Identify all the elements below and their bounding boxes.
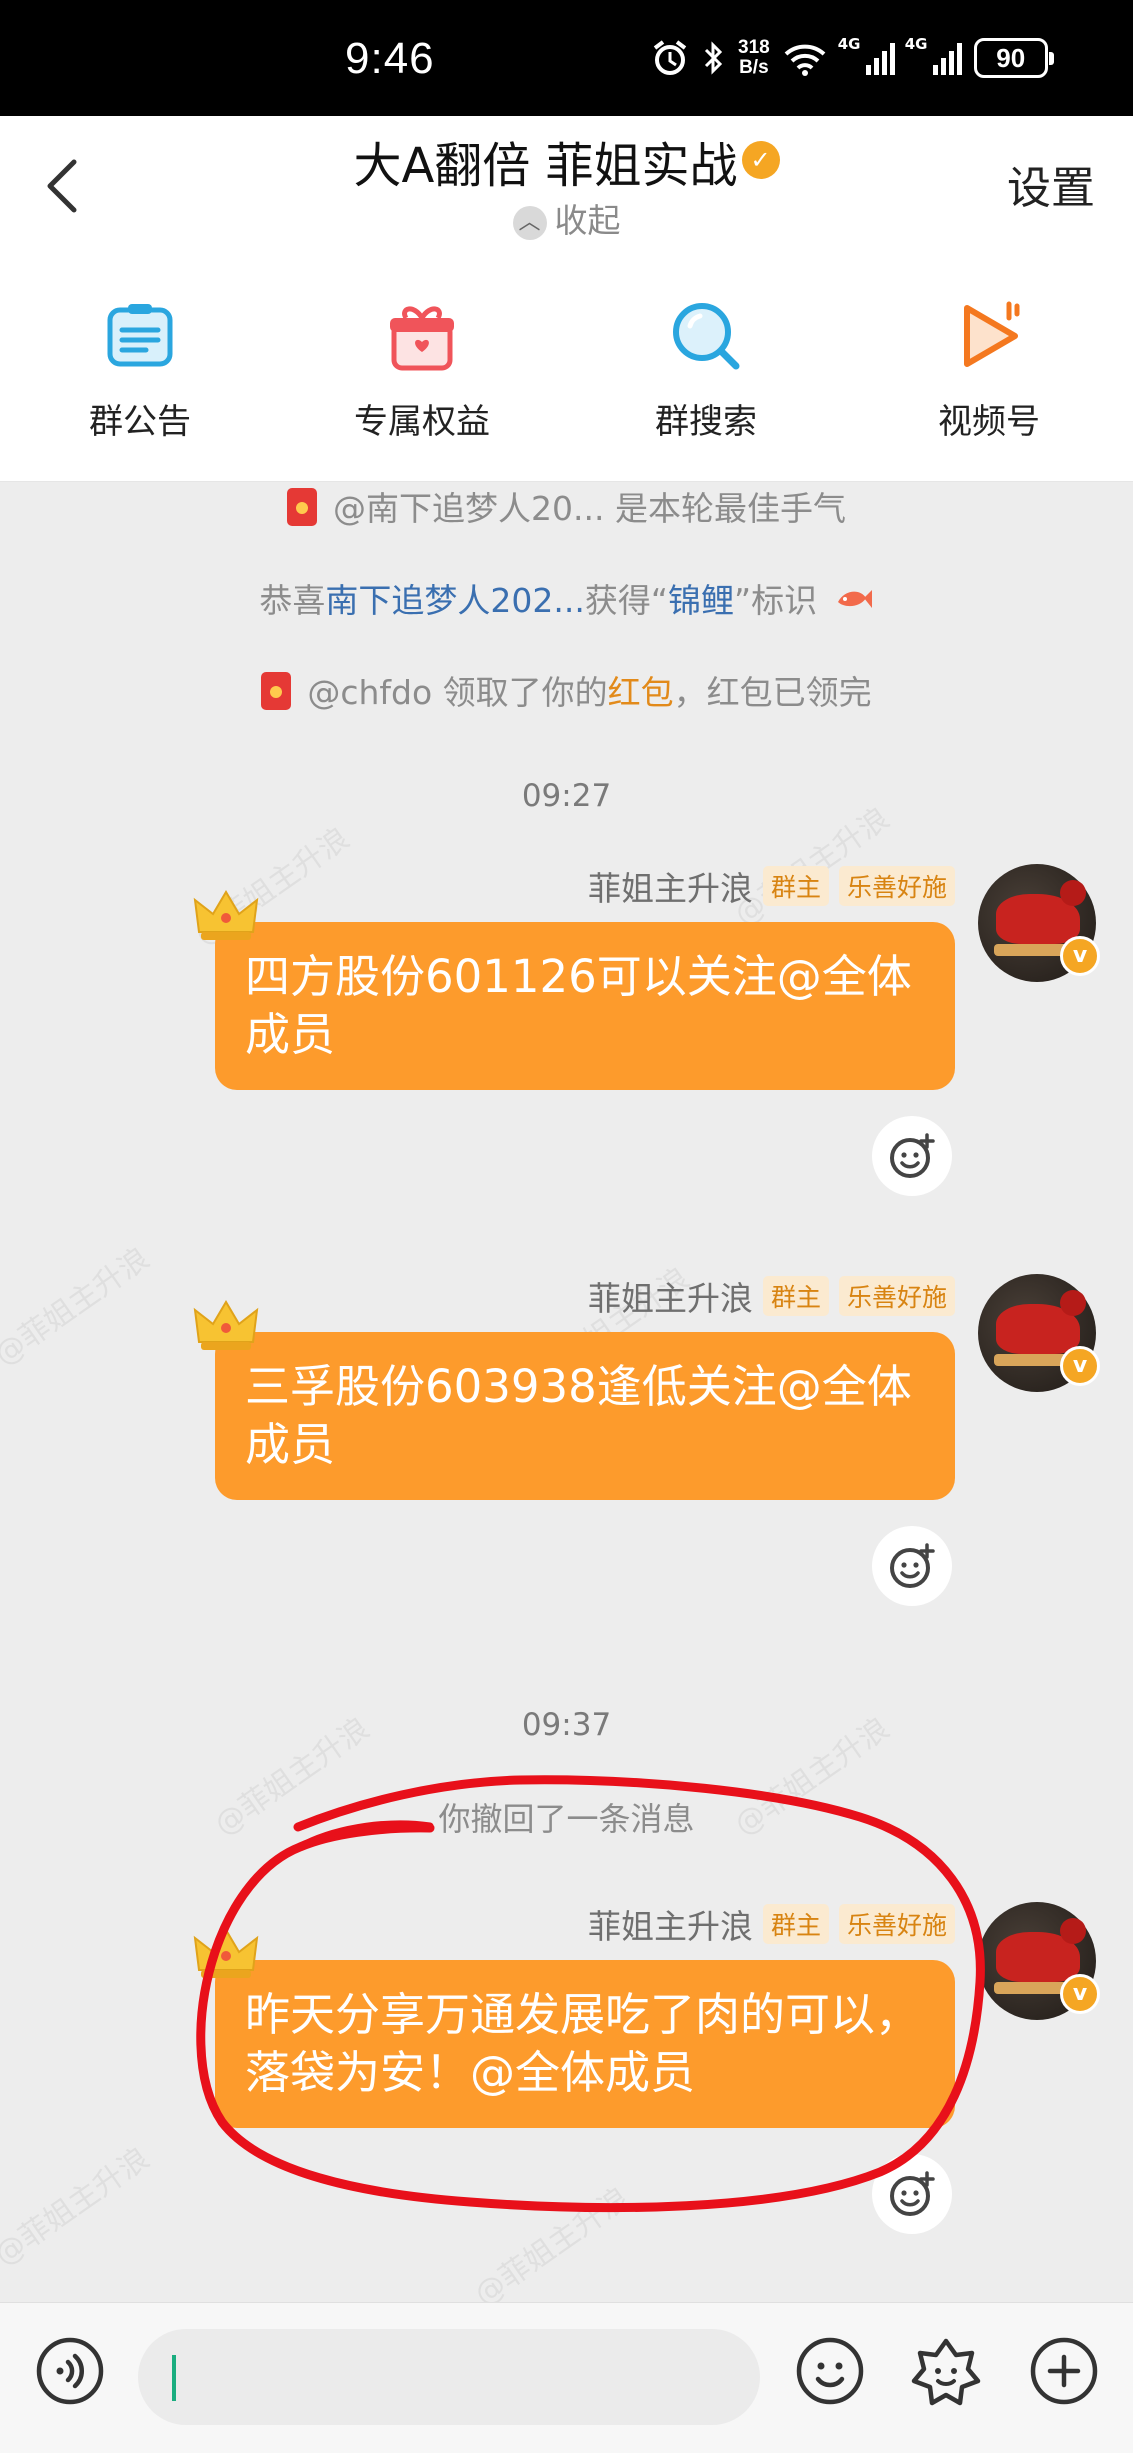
sender-name[interactable]: 菲姐主升浪 — [588, 1900, 753, 1948]
tool-group-announcement[interactable]: 群公告 — [40, 296, 240, 443]
crown-icon — [193, 890, 259, 940]
emoji-reaction-button[interactable] — [872, 1526, 952, 1606]
add-reaction-icon — [890, 1543, 935, 1588]
sender-info: 菲姐主升浪 群主 乐善好施 — [588, 1900, 955, 1948]
add-reaction-icon — [890, 2171, 935, 2216]
collapse-label: 收起 — [554, 201, 621, 240]
red-packet-link[interactable]: 红包 — [608, 673, 674, 712]
net-speed: 318 B/s — [738, 37, 770, 78]
red-packet-icon — [287, 488, 318, 526]
red-packet-icon — [261, 672, 292, 710]
plus-icon[interactable] — [1028, 2335, 1100, 2407]
verified-badge-icon: ✓ — [741, 141, 780, 179]
voice-icon[interactable] — [34, 2335, 106, 2407]
system-message-best-luck: @南下追梦人20... 是本轮最佳手气 — [0, 482, 1133, 530]
owner-tag: 群主 — [762, 1276, 829, 1316]
sender-info: 菲姐主升浪 群主 乐善好施 — [588, 862, 955, 910]
sender-info: 菲姐主升浪 群主 乐善好施 — [588, 1272, 955, 1320]
tool-exclusive-benefits[interactable]: 专属权益 — [322, 296, 522, 443]
message-bubble[interactable]: 昨天分享万通发展吃了肉的可以，落袋为安！@全体成员 — [193, 1928, 955, 2128]
announcement-icon — [107, 304, 173, 367]
tool-video-channel[interactable]: 视频号 — [889, 296, 1089, 443]
koi-badge-link[interactable]: 锦鲤 — [668, 581, 734, 620]
signal-strength-icon-2: 4G — [905, 35, 962, 75]
gift-icon — [390, 306, 454, 371]
message-bubble[interactable]: 三孚股份603938逢低关注@全体成员 — [193, 1300, 955, 1500]
system-message-red-packet: @chfdo 领取了你的红包，红包已领完 — [0, 666, 1133, 714]
sticker-icon[interactable] — [910, 2335, 982, 2407]
owner-tag: 群主 — [762, 866, 829, 906]
status-icons: 318 B/s 4G 4G 90 — [650, 30, 1054, 86]
sender-name[interactable]: 菲姐主升浪 — [588, 862, 753, 910]
emoji-reaction-button[interactable] — [872, 1116, 952, 1196]
group-tools-bar: 群公告 专属权益 群搜索 视频号 — [0, 296, 1133, 466]
status-bar: 9:46 318 B/s 4G 4G 90 — [0, 0, 1133, 116]
battery-indicator: 90 — [973, 38, 1054, 78]
avatar[interactable]: v — [978, 864, 1100, 982]
search-icon — [673, 303, 740, 370]
emoji-reaction-button[interactable] — [872, 2154, 952, 2234]
sender-name[interactable]: 菲姐主升浪 — [588, 1272, 753, 1320]
avatar[interactable]: v — [978, 1274, 1100, 1392]
verified-icon: v — [1060, 1346, 1100, 1386]
emoji-icon[interactable] — [794, 2335, 866, 2407]
group-title-row: 大A翻倍 菲姐实战 ✓ — [0, 126, 1133, 196]
title-tag: 乐善好施 — [838, 1904, 955, 1944]
timestamp: 09:27 — [521, 778, 612, 814]
watermark: @菲姐主升浪 — [0, 1240, 156, 1373]
settings-button[interactable]: 设置 — [1007, 152, 1095, 216]
member-link[interactable]: 南下追梦人202... — [325, 581, 584, 620]
add-reaction-icon — [890, 1133, 935, 1178]
bluetooth-icon — [704, 41, 723, 75]
crown-icon — [193, 1300, 259, 1350]
alarm-icon — [653, 40, 687, 75]
chevron-up-icon: ︿ — [512, 206, 547, 240]
verified-icon: v — [1060, 1974, 1100, 2014]
title-tag: 乐善好施 — [838, 1276, 955, 1316]
chat-header: 大A翻倍 菲姐实战 ✓ ︿ 收起 设置 群公告 专属权益 群搜索 视频号 — [0, 116, 1133, 482]
avatar[interactable]: v — [978, 1902, 1100, 2020]
owner-tag: 群主 — [762, 1904, 829, 1944]
video-channel-icon — [964, 301, 1020, 367]
watermark: @菲姐主升浪 — [468, 2180, 636, 2302]
timestamp: 09:37 — [521, 1707, 612, 1743]
system-message-koi: 恭喜南下追梦人202...获得“锦鲤”标识 — [0, 574, 1133, 622]
collapse-toggle[interactable]: ︿ 收起 — [0, 194, 1133, 242]
watermark: @菲姐主升浪 — [0, 2140, 156, 2273]
status-time: 9:46 — [345, 34, 435, 83]
title-tag: 乐善好施 — [838, 866, 955, 906]
crown-icon — [193, 1928, 259, 1978]
koi-fish-icon — [837, 590, 872, 608]
message-input[interactable] — [138, 2329, 760, 2425]
verified-icon: v — [1060, 936, 1100, 976]
signal-strength-icon: 4G — [838, 35, 895, 75]
tool-group-search[interactable]: 群搜索 — [606, 296, 806, 443]
wifi-icon — [784, 44, 826, 76]
chat-messages[interactable]: @菲姐主升浪 @菲姐主升浪 @菲姐主升浪 @菲姐主升浪 @菲姐主升浪 @菲姐主升… — [0, 482, 1133, 2302]
message-bubble[interactable]: 四方股份601126可以关注@全体成员 — [193, 890, 955, 1090]
retracted-notice: 你撤回了一条消息 — [438, 1800, 695, 1838]
message-input-bar — [0, 2302, 1133, 2453]
group-title: 大A翻倍 菲姐实战 — [353, 138, 738, 194]
text-cursor — [172, 2355, 176, 2401]
